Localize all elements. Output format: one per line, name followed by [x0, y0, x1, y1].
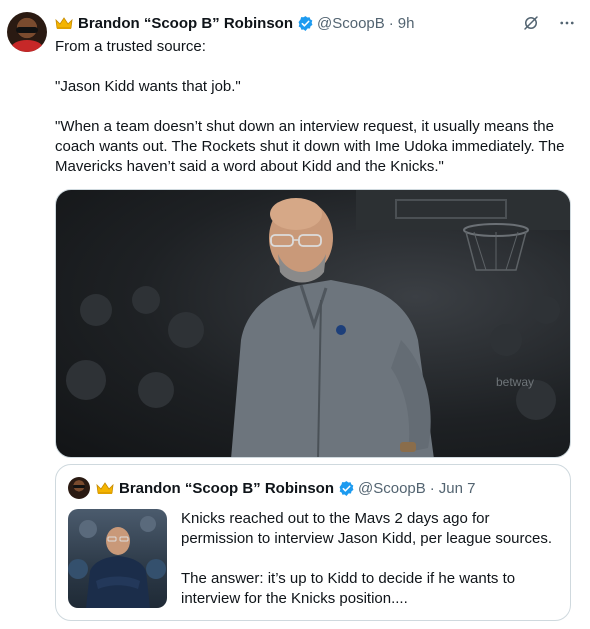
quoted-author-avatar[interactable]: [68, 477, 90, 499]
crown-icon: [96, 481, 114, 495]
quoted-text-line: The answer: it’s up to Kidd to decide if…: [181, 570, 516, 607]
tweet-text-line: From a trusted source:: [55, 38, 206, 55]
crown-icon: [55, 16, 73, 30]
quoted-tweet[interactable]: Brandon “Scoop B” Robinson @ScoopB · Jun…: [55, 464, 571, 621]
author-name[interactable]: Brandon “Scoop B” Robinson: [78, 15, 293, 32]
tweet-media-photo[interactable]: betway: [55, 189, 571, 458]
tweet-timestamp[interactable]: 9h: [398, 15, 415, 32]
verified-icon: [297, 15, 314, 32]
separator-dot: ·: [388, 14, 394, 32]
quoted-tweet-thumbnail[interactable]: [68, 509, 167, 608]
author-handle[interactable]: @ScoopB: [317, 15, 385, 32]
sponsor-text: betway: [496, 375, 534, 389]
quoted-tweet-header: Brandon “Scoop B” Robinson @ScoopB · Jun…: [96, 478, 475, 498]
tweet-header: Brandon “Scoop B” Robinson @ScoopB · 9h: [55, 13, 580, 33]
quoted-tweet-timestamp[interactable]: Jun 7: [439, 480, 476, 497]
tweet-text: From a trusted source: "Jason Kidd wants…: [55, 37, 580, 177]
tweet-text-line: "When a team doesn’t shut down an interv…: [55, 118, 565, 175]
quoted-author-handle[interactable]: @ScoopB: [358, 480, 426, 497]
tweet-text-line: "Jason Kidd wants that job.": [55, 78, 241, 95]
media-illustration: betway: [66, 190, 570, 457]
grok-icon[interactable]: [522, 14, 540, 32]
quoted-text-line: Knicks reached out to the Mavs 2 days ag…: [181, 510, 553, 547]
separator-dot: ·: [429, 479, 435, 497]
verified-icon: [338, 480, 355, 497]
avatar-glasses: [16, 27, 38, 33]
quoted-tweet-text: Knicks reached out to the Mavs 2 days ag…: [181, 509, 566, 609]
thumbnail-illustration: [68, 516, 166, 608]
tweet-actions: [522, 14, 576, 32]
author-avatar[interactable]: [7, 12, 47, 52]
quoted-author-name[interactable]: Brandon “Scoop B” Robinson: [119, 480, 334, 497]
more-icon[interactable]: [558, 14, 576, 32]
avatar-shirt: [11, 40, 43, 52]
